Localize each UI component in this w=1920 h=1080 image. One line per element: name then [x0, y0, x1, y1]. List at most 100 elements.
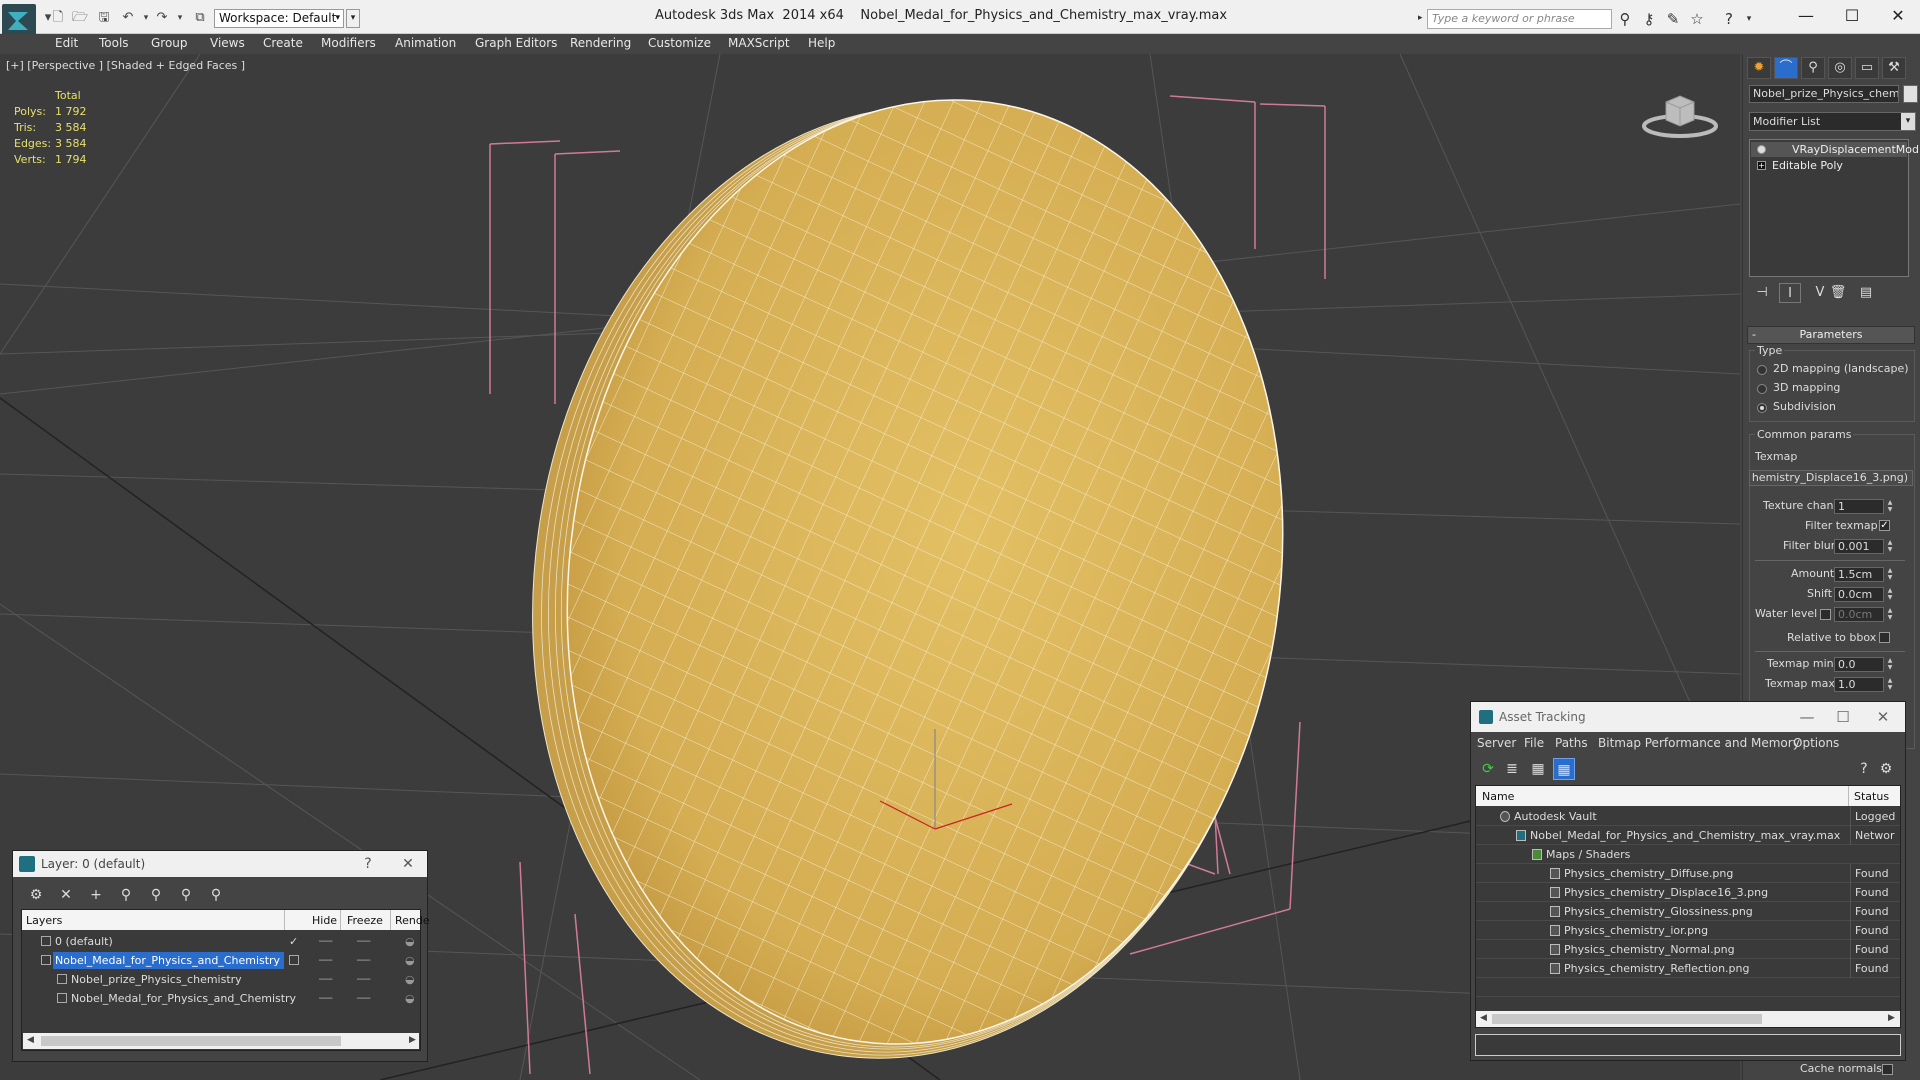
- asset-row[interactable]: Maps / Shaders: [1476, 845, 1900, 864]
- freeze-toggle[interactable]: ──: [357, 989, 370, 1008]
- utilities-tab-icon[interactable]: ⚒: [1882, 57, 1906, 79]
- settings-icon[interactable]: ⚙: [1875, 758, 1897, 780]
- hide-toggle[interactable]: ──: [319, 951, 332, 970]
- spinner-arrows-icon[interactable]: ▲ ▼: [1886, 587, 1894, 602]
- layer-name[interactable]: Nobel_Medal_for_Physics_and_Chemistry: [53, 952, 285, 969]
- render-teapot-icon[interactable]: ◒: [405, 932, 415, 951]
- highlight-layer-icon[interactable]: ⚲: [175, 885, 197, 905]
- subscription-icon[interactable]: ⚷: [1640, 10, 1658, 28]
- texmap-button[interactable]: hemistry_Displace16_3.png): [1749, 470, 1913, 486]
- column-name[interactable]: Name: [1482, 790, 1514, 803]
- layer-manager-icon[interactable]: ⚙: [25, 885, 47, 905]
- create-layer-icon[interactable]: +: [85, 885, 107, 905]
- light-bulb-icon[interactable]: [1757, 145, 1766, 154]
- undo-dropdown-icon[interactable]: ▾: [138, 10, 154, 26]
- spinner-arrows-icon[interactable]: ▲ ▼: [1886, 499, 1894, 514]
- help-dropdown-icon[interactable]: ▾: [1740, 10, 1758, 28]
- close-button[interactable]: ✕: [1878, 4, 1918, 28]
- display-tab-icon[interactable]: ▭: [1855, 57, 1879, 79]
- asset-row[interactable]: Physics_chemistry_Diffuse.png Found: [1476, 864, 1900, 883]
- menu-options[interactable]: Options: [1793, 736, 1839, 750]
- asset-row[interactable]: Physics_chemistry_Reflection.png Found: [1476, 959, 1900, 978]
- close-icon[interactable]: ✕: [1863, 702, 1903, 732]
- expand-plus-icon[interactable]: +: [1757, 161, 1766, 170]
- scroll-left-icon[interactable]: ◀: [1480, 1013, 1487, 1023]
- add-to-layer-icon[interactable]: ⚲: [115, 885, 137, 905]
- amount-spinner[interactable]: 1.5cm: [1834, 567, 1884, 582]
- spinner-arrows-icon[interactable]: ▲ ▼: [1886, 657, 1894, 672]
- binoculars-icon[interactable]: ⚲: [1616, 10, 1634, 28]
- scrollbar-thumb[interactable]: [1492, 1014, 1762, 1024]
- list-view-icon[interactable]: ≣: [1501, 758, 1523, 780]
- texmap-min-spinner[interactable]: 0.0: [1834, 657, 1884, 672]
- redo-dropdown-icon[interactable]: ▾: [172, 10, 188, 26]
- refresh-icon[interactable]: ⟳: [1477, 758, 1499, 780]
- texture-chan-spinner[interactable]: 1: [1834, 499, 1884, 514]
- filter-blur-spinner[interactable]: 0.001: [1834, 539, 1884, 554]
- radio-2d-mapping[interactable]: [1757, 365, 1767, 375]
- filter-texmap-checkbox[interactable]: ✓: [1879, 520, 1890, 531]
- asset-window-titlebar[interactable]: Asset Tracking — ☐ ✕: [1471, 702, 1905, 732]
- object-color-swatch[interactable]: [1903, 85, 1918, 103]
- maximize-icon[interactable]: ☐: [1823, 702, 1863, 732]
- save-file-icon[interactable]: 🖫: [96, 10, 112, 26]
- motion-tab-icon[interactable]: ◎: [1828, 57, 1852, 79]
- menu-views[interactable]: Views: [210, 36, 245, 50]
- viewcube-icon[interactable]: [1640, 84, 1720, 144]
- layer-window-titlebar[interactable]: Layer: 0 (default) ? ✕: [13, 851, 427, 877]
- menu-customize[interactable]: Customize: [648, 36, 711, 50]
- scroll-right-icon[interactable]: ▶: [1888, 1013, 1895, 1023]
- scrollbar-thumb[interactable]: [41, 1036, 341, 1046]
- menu-maxscript[interactable]: MAXScript: [728, 36, 790, 50]
- asset-path-field[interactable]: [1475, 1034, 1901, 1056]
- layer-row[interactable]: Nobel_Medal_for_Physics_and_Chemistry ──…: [23, 989, 419, 1008]
- hide-toggle[interactable]: ──: [319, 970, 332, 989]
- menu-bitmap-performance[interactable]: Bitmap Performance and Memory: [1598, 736, 1800, 750]
- spinner-arrows-icon[interactable]: ▲ ▼: [1886, 539, 1894, 554]
- column-freeze[interactable]: Freeze: [347, 914, 383, 927]
- spinner-arrows-icon[interactable]: ▲ ▼: [1886, 677, 1894, 692]
- undo-icon[interactable]: ↶: [120, 10, 136, 26]
- spinner-arrows-icon[interactable]: ▲ ▼: [1886, 567, 1894, 582]
- horizontal-scrollbar[interactable]: ◀ ▶: [1476, 1011, 1900, 1027]
- help-icon[interactable]: ?: [1853, 758, 1875, 780]
- column-layers[interactable]: Layers: [26, 914, 62, 927]
- help-icon[interactable]: ?: [1720, 10, 1738, 28]
- hide-toggle[interactable]: ──: [319, 932, 332, 951]
- select-in-layer-icon[interactable]: ⚲: [145, 885, 167, 905]
- hide-toggle[interactable]: ──: [319, 989, 332, 1008]
- modifier-list-dropdown[interactable]: Modifier List ▾: [1749, 112, 1916, 131]
- scroll-right-icon[interactable]: ▶: [409, 1035, 416, 1045]
- communication-center-icon[interactable]: ✎: [1664, 10, 1682, 28]
- layer-name[interactable]: 0 (default): [53, 933, 117, 950]
- minimize-icon[interactable]: —: [1787, 702, 1827, 732]
- set-active-layer-toggle[interactable]: [289, 955, 299, 965]
- radio-3d-mapping[interactable]: [1757, 384, 1767, 394]
- column-hide[interactable]: Hide: [312, 914, 337, 927]
- show-end-result-icon[interactable]: I: [1779, 283, 1801, 303]
- asset-row[interactable]: Autodesk Vault Logged: [1476, 807, 1900, 826]
- stack-item-editable-poly[interactable]: + Editable Poly: [1751, 158, 1907, 173]
- parameters-rollout[interactable]: - Parameters: [1747, 326, 1915, 344]
- stack-item-vraydisplacement[interactable]: VRayDisplacementMod: [1751, 142, 1919, 157]
- radio-subdivision[interactable]: [1757, 403, 1767, 413]
- menu-graph-editors[interactable]: Graph Editors: [475, 36, 557, 50]
- menu-group[interactable]: Group: [151, 36, 188, 50]
- maximize-button[interactable]: ☐: [1832, 4, 1872, 28]
- favorites-star-icon[interactable]: ☆: [1688, 10, 1706, 28]
- app-menu-button[interactable]: [2, 4, 36, 38]
- asset-row[interactable]: Physics_chemistry_Normal.png Found: [1476, 940, 1900, 959]
- quick-access-customize-button[interactable]: ▾: [346, 9, 360, 28]
- object-name-field[interactable]: Nobel_prize_Physics_chemistry: [1749, 85, 1899, 103]
- shift-spinner[interactable]: 0.0cm: [1834, 587, 1884, 602]
- configure-modifier-sets-icon[interactable]: ▤: [1855, 283, 1877, 303]
- water-level-checkbox[interactable]: [1820, 609, 1831, 620]
- scroll-left-icon[interactable]: ◀: [27, 1035, 34, 1045]
- menu-animation[interactable]: Animation: [395, 36, 456, 50]
- menu-modifiers[interactable]: Modifiers: [321, 36, 376, 50]
- viewport-label[interactable]: [+] [Perspective ] [Shaded + Edged Faces…: [6, 59, 245, 72]
- render-teapot-icon[interactable]: ◒: [405, 970, 415, 989]
- hide-all-layers-icon[interactable]: ⚲: [205, 885, 227, 905]
- texmap-max-spinner[interactable]: 1.0: [1834, 677, 1884, 692]
- layer-row[interactable]: Nobel_prize_Physics_chemistry ── ── ◒: [23, 970, 419, 989]
